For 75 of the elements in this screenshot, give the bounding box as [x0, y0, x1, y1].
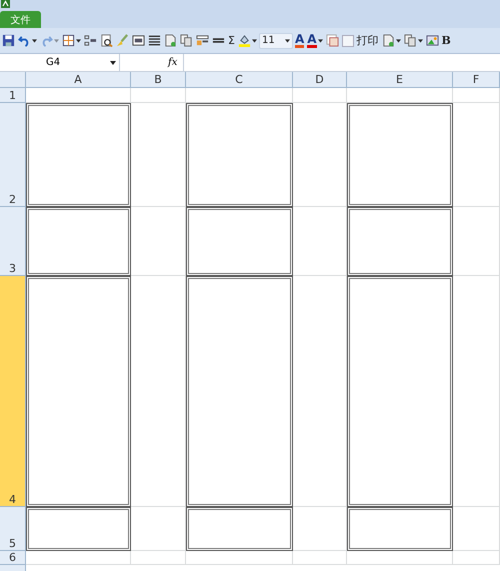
cell[interactable] [186, 88, 293, 103]
undo-icon[interactable] [18, 34, 31, 47]
row-header[interactable]: 5 [0, 507, 26, 551]
cell[interactable] [131, 88, 186, 103]
cell[interactable] [453, 207, 500, 276]
cell[interactable] [131, 276, 186, 507]
caret-icon[interactable] [252, 38, 257, 42]
column-header[interactable]: D [293, 72, 347, 88]
bordered-cell[interactable] [26, 276, 131, 507]
bordered-cell[interactable] [347, 507, 453, 551]
cell[interactable] [293, 103, 347, 207]
cell[interactable] [293, 276, 347, 507]
cell[interactable] [347, 551, 453, 565]
bordered-cell[interactable] [26, 103, 131, 207]
row-header[interactable]: 3 [0, 207, 26, 276]
fill-color-button[interactable] [236, 33, 258, 48]
cell[interactable] [347, 88, 453, 103]
bordered-cell[interactable] [347, 103, 453, 207]
cell[interactable] [131, 551, 186, 565]
column-header[interactable]: F [453, 72, 500, 88]
checkbox[interactable] [340, 34, 355, 48]
row-header[interactable]: 2 [0, 103, 26, 207]
toolbar-button[interactable]: Σ [227, 33, 236, 48]
bordered-cell[interactable] [186, 207, 293, 276]
file-tab[interactable]: 文件 [0, 11, 41, 28]
font-color-button[interactable]: A [294, 32, 306, 49]
copy-button[interactable] [402, 33, 424, 48]
cell[interactable] [453, 276, 500, 507]
cell[interactable] [293, 88, 347, 103]
caret-icon[interactable] [32, 38, 37, 42]
toolbar-button[interactable]: 打印 [356, 32, 380, 49]
fill-color-icon[interactable] [238, 34, 251, 47]
borders-icon[interactable] [62, 34, 75, 47]
copy-icon[interactable] [404, 34, 417, 47]
page-icon[interactable] [382, 34, 395, 47]
cell[interactable] [186, 551, 293, 565]
bordered-cell[interactable] [186, 103, 293, 207]
page-button[interactable] [380, 33, 402, 48]
cell[interactable] [453, 551, 500, 565]
cell[interactable] [293, 507, 347, 551]
cell[interactable] [131, 103, 186, 207]
cell[interactable] [293, 551, 347, 565]
bordered-cell[interactable] [186, 276, 293, 507]
row-header[interactable]: 6 [0, 551, 26, 565]
cell[interactable] [293, 207, 347, 276]
bordered-cell[interactable] [186, 507, 293, 551]
font-color-button[interactable]: A [306, 32, 324, 49]
name-box[interactable]: G4 [0, 54, 120, 71]
cell[interactable] [131, 507, 186, 551]
bordered-cell[interactable] [26, 507, 131, 551]
caret-icon[interactable] [284, 38, 290, 42]
column-header[interactable]: E [347, 72, 453, 88]
caret-icon[interactable] [396, 38, 401, 42]
caret-icon[interactable] [318, 38, 323, 42]
caret-icon[interactable] [418, 38, 423, 42]
cell[interactable] [131, 207, 186, 276]
bordered-cell[interactable] [347, 207, 453, 276]
row-header[interactable]: 1 [0, 88, 26, 103]
bold-button[interactable]: B [440, 33, 452, 48]
caret-icon[interactable] [76, 38, 81, 42]
fx-label[interactable]: fx [168, 57, 181, 68]
cell[interactable] [26, 551, 131, 565]
cell[interactable] [453, 103, 500, 207]
column-header[interactable]: B [131, 72, 186, 88]
bordered-cell[interactable] [347, 276, 453, 507]
cell[interactable] [453, 88, 500, 103]
row-header[interactable]: 4 [0, 276, 26, 507]
app-icon [1, 0, 10, 8]
bordered-cell[interactable] [26, 207, 131, 276]
column-header[interactable]: A [26, 72, 131, 88]
cell[interactable] [453, 507, 500, 551]
cell[interactable] [26, 88, 131, 103]
font-size-field[interactable]: 11 [258, 32, 293, 48]
column-header[interactable]: C [186, 72, 293, 88]
borders-button[interactable] [61, 33, 82, 48]
